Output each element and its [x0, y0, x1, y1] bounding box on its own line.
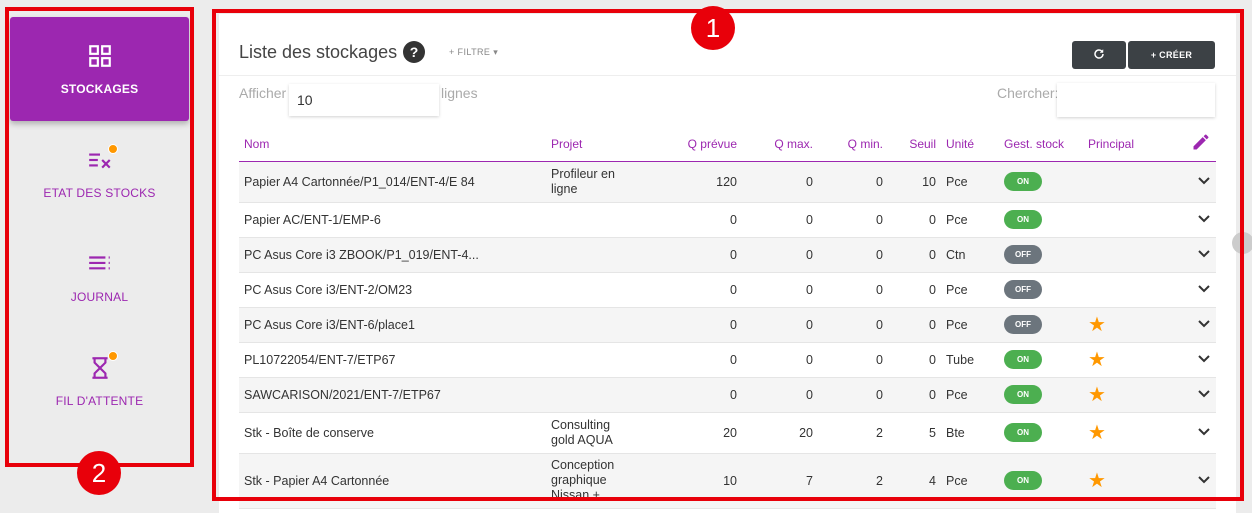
annotation-box-2 [5, 7, 194, 467]
annotation-badge-2: 2 [77, 451, 121, 495]
annotation-box-1 [212, 9, 1244, 501]
annotation-badge-1: 1 [691, 6, 735, 50]
